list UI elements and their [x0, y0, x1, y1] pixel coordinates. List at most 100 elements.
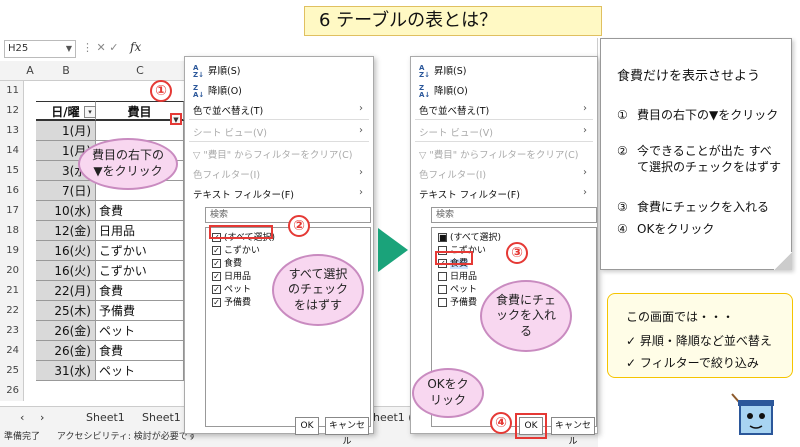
step-1: ① 費目の右下の▼をクリック [617, 108, 779, 122]
row-header[interactable]: 24 [0, 341, 24, 361]
sort-asc-item[interactable]: A Z↓ 昇順(S) [193, 63, 240, 79]
cell-cost[interactable]: ペット [96, 361, 184, 381]
color-filter-item: 色フィルター(I) › [193, 167, 363, 181]
row-header[interactable]: 19 [0, 241, 24, 261]
row-header[interactable]: 18 [0, 221, 24, 241]
cell-date[interactable]: 31(水) [36, 361, 96, 381]
row-header[interactable]: 21 [0, 281, 24, 301]
step-number-4: ④ [490, 412, 512, 434]
chevron-right-icon: › [583, 125, 587, 136]
row-header[interactable]: 23 [0, 321, 24, 341]
text-filter-item[interactable]: テキスト フィルター(F) › [193, 187, 369, 201]
sheet-tab-2[interactable]: Sheet1 ( [142, 411, 189, 424]
cell-cost[interactable]: こずかい [96, 261, 184, 281]
item-checkbox[interactable]: 予備費 [438, 295, 477, 308]
item-checkbox[interactable]: ✓ 食費 [212, 256, 242, 269]
row-header[interactable]: 14 [0, 141, 24, 161]
separator [415, 141, 593, 142]
item-checkbox[interactable]: ✓ 予備費 [212, 295, 251, 308]
prev-sheet-icon[interactable]: ‹ [20, 411, 24, 424]
item-checkbox[interactable]: 日用品 [438, 269, 477, 282]
col-header-c[interactable]: C [96, 61, 184, 81]
sheet-tab-1[interactable]: Sheet1 [86, 411, 125, 424]
color-sort-item[interactable]: 色で並べ替え(T) › [193, 103, 369, 117]
cell-date[interactable]: 7(日) [36, 181, 96, 201]
chevron-right-icon: › [583, 167, 587, 178]
row-header[interactable]: 12 [0, 101, 24, 121]
cancel-button[interactable]: キャンセル [325, 417, 369, 447]
cell-date[interactable]: 1(月) [36, 121, 96, 141]
row-header[interactable]: 22 [0, 301, 24, 321]
cell-date[interactable]: 26(金) [36, 341, 96, 361]
cell-date[interactable]: 26(金) [36, 321, 96, 341]
cell-date[interactable]: 25(木) [36, 301, 96, 321]
cell-cost[interactable]: 食費 [96, 281, 184, 301]
text-filter-item[interactable]: テキスト フィルター(F) › [419, 187, 593, 201]
cell-cost[interactable]: 予備費 [96, 301, 184, 321]
clear-filter-item: ▽ "費目" からフィルターをクリア(C) [419, 150, 579, 161]
cell-cost[interactable]: ペット [96, 321, 184, 341]
slide-title: 6 テーブルの表とは？ [304, 6, 602, 36]
row-header[interactable]: 26 [0, 381, 24, 401]
cell-date[interactable]: 12(金) [36, 221, 96, 241]
sort-desc-icon: Z A↓ [419, 83, 431, 99]
cell-cost[interactable]: 食費 [96, 341, 184, 361]
filter-clear-icon: ▽ [419, 150, 427, 161]
row-header[interactable]: 20 [0, 261, 24, 281]
row-header[interactable]: 15 [0, 161, 24, 181]
cancel-button[interactable]: キャンセル [551, 417, 595, 447]
steps-panel: 食費だけを表示させよう ① 費目の右下の▼をクリック ② 今できることが出た すべて… [600, 38, 792, 270]
accessibility-status[interactable]: アクセシビリティ: 検討が必要です [57, 432, 197, 442]
cell-cost[interactable]: 食費 [96, 201, 184, 221]
cell-date[interactable]: 16(火) [36, 241, 96, 261]
item-checkbox[interactable]: ✓ ペット [212, 282, 251, 295]
ok-button[interactable]: OK [295, 417, 319, 435]
steps-heading: 食費だけを表示させよう [617, 69, 761, 84]
step-2: ② 今できることが出た すべて選択のチェックをはずす [617, 144, 782, 174]
chevron-down-icon[interactable]: ▼ [66, 41, 72, 57]
col-header-a[interactable]: A [24, 61, 36, 81]
cell-cost[interactable]: 日用品 [96, 221, 184, 241]
page-fold [774, 252, 792, 270]
status-ready: 準備完了 [4, 432, 41, 442]
col-header-b[interactable]: B [36, 61, 96, 81]
clear-filter-item: ▽ "費目" からフィルターをクリア(C) [193, 150, 353, 161]
color-sort-item[interactable]: 色で並べ替え(T) › [419, 103, 593, 117]
separator [189, 141, 369, 142]
separator [415, 119, 593, 120]
name-box[interactable]: H25 ▼ [4, 40, 76, 58]
row-header[interactable]: 13 [0, 121, 24, 141]
row-header[interactable]: 16 [0, 181, 24, 201]
filter-dropdown-date[interactable]: ▾ [84, 106, 96, 118]
search-input[interactable]: 検索 [431, 207, 597, 223]
next-sheet-icon[interactable]: › [40, 411, 44, 424]
filter-clear-icon: ▽ [193, 150, 201, 161]
chevron-right-icon: › [583, 103, 587, 114]
cell-date[interactable]: 10(水) [36, 201, 96, 221]
formula-icons: ⋮ ✕ ✓ [82, 41, 119, 54]
filter-dropdown-cost[interactable]: ▼ [170, 113, 182, 125]
teacher-mascot-icon [731, 393, 774, 435]
row-header[interactable]: 17 [0, 201, 24, 221]
step-number-2: ② [288, 215, 310, 237]
cell-date[interactable]: 16(火) [36, 261, 96, 281]
select-all-checkbox[interactable]: ■ (すべて選択) [438, 230, 501, 243]
item-checkbox[interactable]: ペット [438, 282, 477, 295]
sort-desc-item[interactable]: Z A↓ 降順(O) [419, 83, 468, 99]
sort-desc-item[interactable]: Z A↓ 降順(O) [193, 83, 242, 99]
item-checkbox[interactable]: ✓ 日用品 [212, 269, 251, 282]
sort-asc-icon: A Z↓ [419, 63, 430, 79]
callout-bubble-4: OKをクリック [412, 368, 484, 418]
item-checkbox[interactable]: ✓ こずかい [212, 243, 260, 256]
row-header[interactable]: 11 [0, 81, 24, 101]
corner-select[interactable] [0, 61, 24, 81]
chevron-right-icon: › [359, 103, 363, 114]
sort-asc-item[interactable]: A Z↓ 昇順(S) [419, 63, 466, 79]
callout-bubble-2: すべて選択のチェックをはずす [272, 254, 364, 326]
sheet-view-item: シート ビュー(V) › [193, 125, 363, 139]
note-item: ✓ 昇順・降順など並べ替え [626, 334, 772, 348]
fx-icon[interactable]: fx [130, 40, 141, 54]
cell-cost[interactable]: こずかい [96, 241, 184, 261]
cell-date[interactable]: 22(月) [36, 281, 96, 301]
row-header[interactable]: 25 [0, 361, 24, 381]
